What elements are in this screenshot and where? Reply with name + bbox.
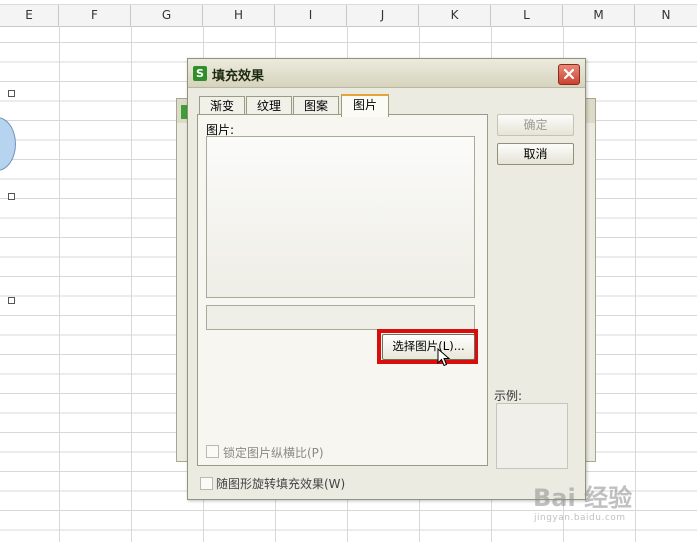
lock-aspect-ratio-checkbox[interactable] [206,445,219,458]
column-header-i[interactable]: I [275,5,347,26]
tab-picture[interactable]: 图片 [341,94,389,117]
column-header-k[interactable]: K [419,5,491,26]
dialog-title: 填充效果 [212,69,265,84]
sample-label: 示例: [494,389,523,403]
close-x-icon [563,68,575,80]
sample-preview [496,403,568,469]
column-header-n[interactable]: N [635,5,697,26]
picture-preview [206,136,475,298]
picture-filename-field [206,305,475,330]
tab-pattern[interactable]: 图案 [293,96,339,115]
column-header-l[interactable]: L [491,5,563,26]
column-header-m[interactable]: M [563,5,635,26]
selection-handle[interactable] [8,193,15,200]
tab-texture[interactable]: 纹理 [246,96,292,115]
column-header-e[interactable]: E [0,5,59,26]
fill-effects-dialog: S 填充效果 渐变 纹理 图案 图片 图片: 选择图片(L)... 锁定图片纵横… [187,58,586,500]
close-button[interactable] [558,64,580,85]
dialog-titlebar[interactable]: S 填充效果 [188,59,585,88]
baidu-jingyan-watermark: Bai 经验 jingyan.baidu.com [533,478,633,523]
watermark-text: Bai 经验 [533,484,633,512]
lock-aspect-ratio-label: 锁定图片纵横比(P) [223,446,324,460]
column-header-j[interactable]: J [347,5,419,26]
wps-logo-icon: S [193,66,207,81]
watermark-url: jingyan.baidu.com [534,513,626,523]
picture-tab-panel: 图片: 选择图片(L)... 锁定图片纵横比(P) [197,114,488,466]
column-header-h[interactable]: H [203,5,275,26]
column-header-g[interactable]: G [131,5,203,26]
rotate-with-shape-label: 随图形旋转填充效果(W) [216,477,346,491]
column-header-f[interactable]: F [59,5,131,26]
column-header-row: E F G H I J K L M N [0,4,697,27]
cancel-button[interactable]: 取消 [497,143,574,165]
selection-handle[interactable] [8,90,15,97]
selection-handle[interactable] [8,297,15,304]
ok-button[interactable]: 确定 [497,114,574,136]
rotate-with-shape-checkbox[interactable] [200,477,213,490]
mouse-pointer-icon [437,348,451,367]
tab-gradient[interactable]: 渐变 [199,96,245,115]
select-picture-button[interactable]: 选择图片(L)... [382,334,475,360]
